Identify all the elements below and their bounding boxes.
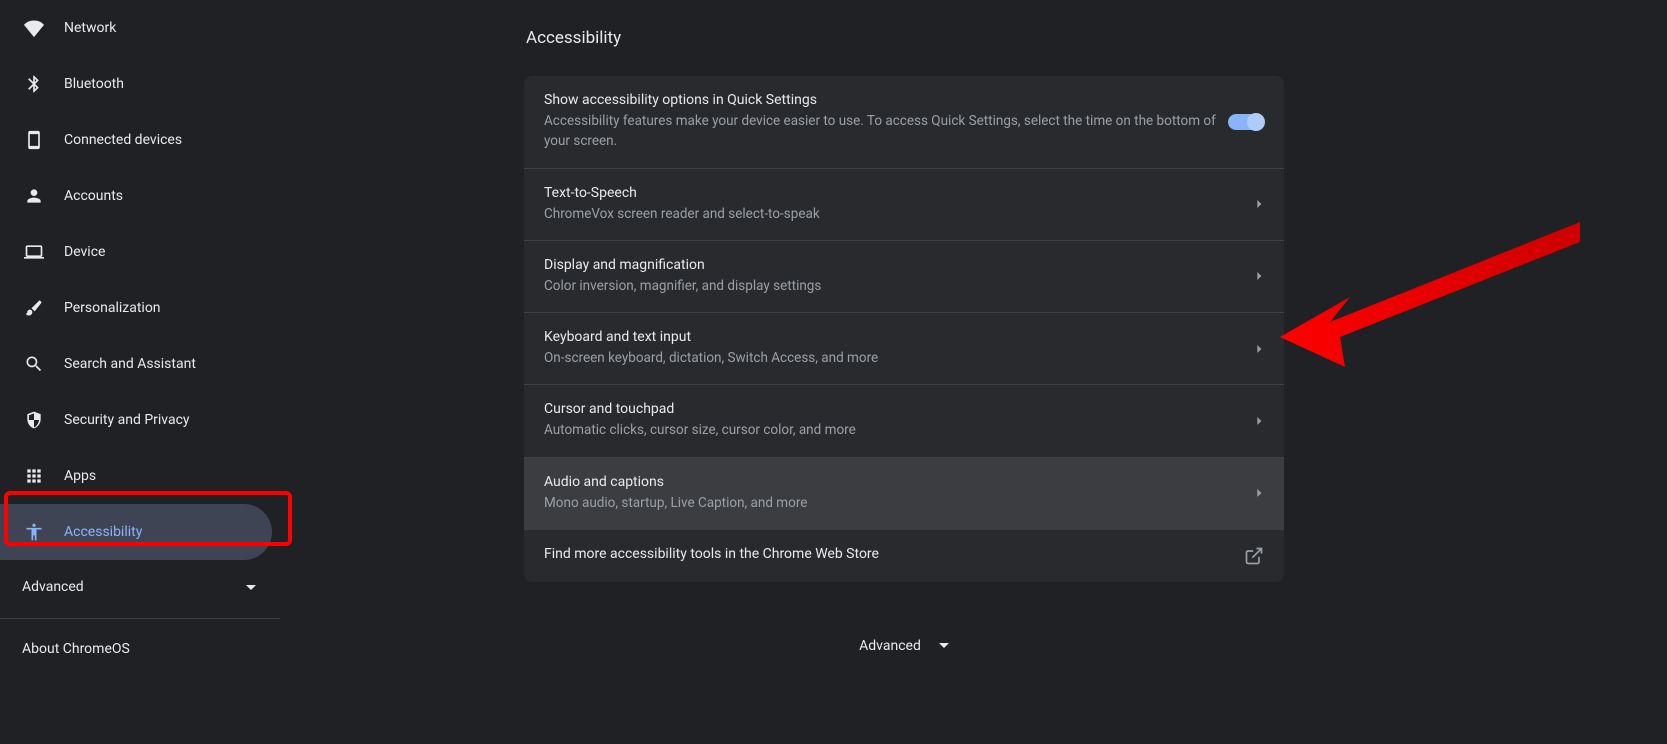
chevron-right-icon [1256,345,1264,353]
row-text: Audio and captions Mono audio, startup, … [544,474,1244,513]
person-icon [24,186,44,206]
brush-icon [24,298,44,318]
row-text: Cursor and touchpad Automatic clicks, cu… [544,401,1244,440]
chevron-right-icon [1256,417,1264,425]
row-title: Keyboard and text input [544,329,1244,345]
divider [0,618,280,619]
row-title: Audio and captions [544,474,1244,490]
row-web-store[interactable]: Find more accessibility tools in the Chr… [524,530,1284,582]
row-subtitle: On-screen keyboard, dictation, Switch Ac… [544,348,1244,368]
row-title: Cursor and touchpad [544,401,1244,417]
advanced-label: Advanced [22,579,84,595]
row-text: Show accessibility options in Quick Sett… [544,92,1228,152]
about-label: About ChromeOS [22,641,130,657]
sidebar-about[interactable]: About ChromeOS [0,623,280,675]
sidebar-item-label: Accounts [64,188,123,204]
sidebar-item-network[interactable]: Network [0,0,272,56]
advanced-bottom-label: Advanced [859,638,921,654]
sidebar-advanced[interactable]: Advanced [0,560,280,614]
search-icon [24,354,44,374]
sidebar-item-search-assistant[interactable]: Search and Assistant [0,336,272,392]
shield-icon [24,410,44,430]
sidebar-item-label: Network [64,20,116,36]
chevron-down-icon [939,643,949,648]
sidebar-item-label: Security and Privacy [64,412,190,428]
chevron-down-icon [246,585,256,590]
main-content: Accessibility Show accessibility options… [280,0,1667,744]
row-subtitle: ChromeVox screen reader and select-to-sp… [544,204,1244,224]
row-text: Display and magnification Color inversio… [544,257,1244,296]
laptop-icon [24,242,44,262]
page-title: Accessibility [524,28,1284,48]
row-text: Find more accessibility tools in the Chr… [544,546,1244,565]
chevron-right-icon [1256,272,1264,280]
row-cursor-touchpad[interactable]: Cursor and touchpad Automatic clicks, cu… [524,385,1284,457]
accessibility-icon [24,522,44,542]
row-text-to-speech[interactable]: Text-to-Speech ChromeVox screen reader a… [524,169,1284,241]
sidebar-item-accounts[interactable]: Accounts [0,168,272,224]
settings-card: Show accessibility options in Quick Sett… [524,76,1284,582]
sidebar-item-accessibility[interactable]: Accessibility [0,504,272,560]
toggle-switch[interactable] [1228,114,1264,130]
sidebar-item-label: Connected devices [64,132,182,148]
advanced-bottom[interactable]: Advanced [524,638,1284,654]
sidebar: Network Bluetooth Connected devices Acco… [0,0,280,744]
row-subtitle: Mono audio, startup, Live Caption, and m… [544,493,1244,513]
chevron-right-icon [1256,200,1264,208]
row-title: Display and magnification [544,257,1244,273]
sidebar-item-connected-devices[interactable]: Connected devices [0,112,272,168]
apps-icon [24,466,44,486]
bluetooth-icon [24,74,44,94]
sidebar-item-device[interactable]: Device [0,224,272,280]
sidebar-item-security-privacy[interactable]: Security and Privacy [0,392,272,448]
row-text: Text-to-Speech ChromeVox screen reader a… [544,185,1244,224]
row-title: Text-to-Speech [544,185,1244,201]
wifi-icon [24,18,44,38]
sidebar-item-bluetooth[interactable]: Bluetooth [0,56,272,112]
sidebar-item-label: Bluetooth [64,76,124,92]
row-display-magnification[interactable]: Display and magnification Color inversio… [524,241,1284,313]
row-text: Keyboard and text input On-screen keyboa… [544,329,1244,368]
sidebar-item-label: Search and Assistant [64,356,196,372]
sidebar-item-label: Apps [64,468,96,484]
sidebar-item-label: Device [64,244,105,260]
sidebar-item-label: Personalization [64,300,161,316]
chevron-right-icon [1256,489,1264,497]
sidebar-item-label: Accessibility [64,524,142,540]
row-title: Show accessibility options in Quick Sett… [544,92,1228,108]
row-title: Find more accessibility tools in the Chr… [544,546,1244,562]
row-keyboard-text-input[interactable]: Keyboard and text input On-screen keyboa… [524,313,1284,385]
sidebar-item-personalization[interactable]: Personalization [0,280,272,336]
row-subtitle: Accessibility features make your device … [544,111,1228,152]
row-subtitle: Automatic clicks, cursor size, cursor co… [544,420,1244,440]
row-audio-captions[interactable]: Audio and captions Mono audio, startup, … [524,458,1284,530]
sidebar-item-apps[interactable]: Apps [0,448,272,504]
row-subtitle: Color inversion, magnifier, and display … [544,276,1244,296]
external-link-icon [1244,546,1264,566]
row-quick-settings[interactable]: Show accessibility options in Quick Sett… [524,76,1284,169]
phone-icon [24,130,44,150]
